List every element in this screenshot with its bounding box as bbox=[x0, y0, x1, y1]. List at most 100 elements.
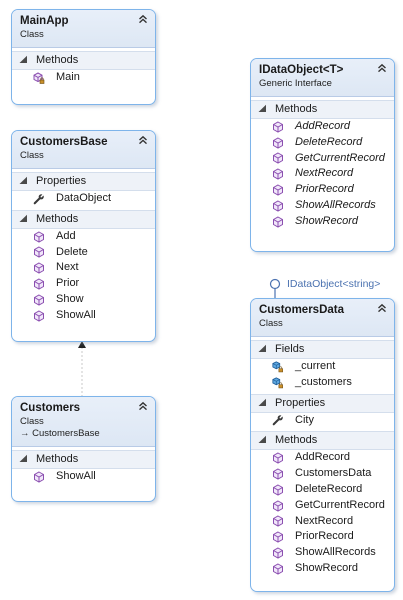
collapse-chevron-icon[interactable] bbox=[138, 135, 148, 145]
field-customers[interactable]: _customers bbox=[251, 375, 394, 391]
method-addrecord[interactable]: AddRecord bbox=[251, 119, 394, 135]
method-showallrecords[interactable]: ShowAllRecords bbox=[251, 545, 394, 561]
collapse-chevron-icon[interactable] bbox=[377, 63, 387, 73]
section-toggle-icon[interactable] bbox=[258, 398, 267, 407]
section-toggle-icon[interactable] bbox=[19, 55, 28, 64]
section-methods[interactable]: Methods bbox=[12, 51, 155, 70]
member-label: AddRecord bbox=[295, 120, 351, 132]
member-label: ShowAll bbox=[56, 470, 96, 482]
method-cube-icon bbox=[272, 200, 284, 212]
class-title: CustomersData bbox=[259, 304, 344, 316]
method-cube-icon bbox=[33, 471, 45, 483]
class-title: CustomersBase bbox=[20, 136, 108, 148]
class-stereotype: Class bbox=[259, 318, 283, 329]
method-getcurrentrecord[interactable]: GetCurrentRecord bbox=[251, 151, 394, 167]
method-deleterecord[interactable]: DeleteRecord bbox=[251, 482, 394, 498]
method-cube-icon bbox=[272, 547, 284, 559]
private-method-icon bbox=[33, 72, 45, 84]
section-methods[interactable]: Methods bbox=[251, 431, 394, 451]
field-icon bbox=[272, 377, 284, 389]
collapse-chevron-icon[interactable] bbox=[138, 14, 148, 24]
section-label: Properties bbox=[275, 396, 326, 409]
method-deleterecord[interactable]: DeleteRecord bbox=[251, 135, 394, 151]
section-methods[interactable]: Methods bbox=[12, 450, 155, 469]
interface-stereotype: Generic Interface bbox=[259, 78, 332, 89]
method-cube-icon bbox=[272, 452, 284, 464]
member-label: PriorRecord bbox=[295, 183, 354, 196]
method-showall[interactable]: ShowAll bbox=[12, 308, 155, 324]
class-box-customersbase[interactable]: CustomersBase Class Properties DataObjec… bbox=[11, 130, 156, 342]
class-header: Customers Class → CustomersBase bbox=[12, 397, 155, 447]
method-priorrecord[interactable]: PriorRecord bbox=[251, 529, 394, 545]
member-label: GetCurrentRecord bbox=[295, 498, 385, 511]
section-label: Methods bbox=[36, 54, 79, 66]
section-methods[interactable]: Methods bbox=[12, 209, 155, 229]
member-label: ShowRecord bbox=[295, 214, 358, 227]
base-class-label: → CustomersBase bbox=[20, 428, 100, 439]
class-stereotype: Class bbox=[20, 150, 44, 161]
member-label: ShowAll bbox=[56, 308, 96, 321]
method-cube-icon bbox=[33, 310, 45, 322]
method-showrecord[interactable]: ShowRecord bbox=[251, 561, 394, 577]
interface-box-idataobject[interactable]: IDataObject<T> Generic Interface Methods… bbox=[250, 58, 395, 252]
method-getcurrentrecord[interactable]: GetCurrentRecord bbox=[251, 498, 394, 514]
member-label: NextRecord bbox=[295, 167, 354, 180]
member-label: GetCurrentRecord bbox=[295, 151, 385, 164]
section-properties[interactable]: Properties bbox=[251, 393, 394, 413]
method-cube-icon bbox=[272, 484, 284, 496]
section-toggle-icon[interactable] bbox=[258, 344, 267, 353]
member-label: _current bbox=[295, 360, 336, 372]
collapse-chevron-icon[interactable] bbox=[377, 303, 387, 313]
section-properties[interactable]: Properties bbox=[12, 172, 155, 191]
member-label: DeleteRecord bbox=[295, 482, 363, 495]
section-toggle-icon[interactable] bbox=[19, 454, 28, 463]
class-box-customers[interactable]: Customers Class → CustomersBase Methods … bbox=[11, 396, 156, 502]
class-box-customersdata[interactable]: CustomersData Class Fields _current _cus… bbox=[250, 298, 395, 592]
method-nextrecord[interactable]: NextRecord bbox=[251, 166, 394, 182]
member-label: Main bbox=[56, 71, 80, 83]
method-prior[interactable]: Prior bbox=[12, 276, 155, 292]
method-showall[interactable]: ShowAll bbox=[12, 469, 155, 485]
method-cube-icon bbox=[272, 121, 284, 133]
member-label: Show bbox=[56, 292, 84, 305]
method-main[interactable]: Main bbox=[12, 70, 155, 86]
member-label: CustomersData bbox=[295, 467, 372, 480]
property-dataobject[interactable]: DataObject bbox=[12, 191, 155, 207]
section-toggle-icon[interactable] bbox=[19, 214, 28, 223]
method-cube-icon bbox=[272, 184, 284, 196]
method-addrecord[interactable]: AddRecord bbox=[251, 450, 394, 466]
method-cube-icon bbox=[272, 563, 284, 575]
class-header: MainApp Class bbox=[12, 10, 155, 48]
method-add[interactable]: Add bbox=[12, 229, 155, 245]
section-fields[interactable]: Fields bbox=[251, 340, 394, 359]
method-cube-icon bbox=[33, 278, 45, 290]
section-toggle-icon[interactable] bbox=[258, 104, 267, 113]
method-nextrecord[interactable]: NextRecord bbox=[251, 514, 394, 530]
section-methods[interactable]: Methods bbox=[251, 100, 394, 119]
member-label: Prior bbox=[56, 277, 80, 290]
section-toggle-icon[interactable] bbox=[258, 435, 267, 444]
method-next[interactable]: Next bbox=[12, 260, 155, 276]
method-showrecord[interactable]: ShowRecord bbox=[251, 214, 394, 230]
method-customersdata[interactable]: CustomersData bbox=[251, 466, 394, 482]
member-label: Add bbox=[56, 229, 76, 242]
collapse-chevron-icon[interactable] bbox=[138, 401, 148, 411]
member-label: NextRecord bbox=[295, 514, 354, 527]
method-show[interactable]: Show bbox=[12, 292, 155, 308]
method-delete[interactable]: Delete bbox=[12, 245, 155, 261]
method-cube-icon bbox=[33, 246, 45, 258]
method-cube-icon bbox=[33, 231, 45, 243]
member-label: Delete bbox=[56, 245, 88, 258]
field-current[interactable]: _current bbox=[251, 359, 394, 375]
class-box-mainapp[interactable]: MainApp Class Methods Main bbox=[11, 9, 156, 105]
method-priorrecord[interactable]: PriorRecord bbox=[251, 182, 394, 198]
class-title: MainApp bbox=[20, 15, 69, 27]
method-showallrecords[interactable]: ShowAllRecords bbox=[251, 198, 394, 214]
method-cube-icon bbox=[272, 137, 284, 149]
member-label: _customers bbox=[295, 375, 352, 388]
section-toggle-icon[interactable] bbox=[19, 176, 28, 185]
member-label: DataObject bbox=[56, 192, 112, 204]
implements-label: IDataObject<string> bbox=[287, 278, 381, 290]
property-city[interactable]: City bbox=[251, 413, 394, 429]
section-label: Methods bbox=[36, 453, 79, 465]
